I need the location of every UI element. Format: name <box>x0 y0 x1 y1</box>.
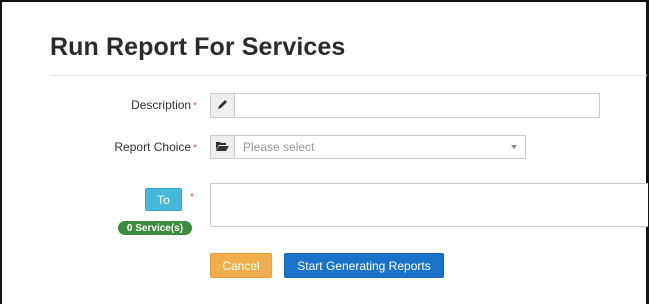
report-choice-label-group: Report Choice * <box>102 140 197 154</box>
to-button-label: To <box>157 192 170 207</box>
report-choice-placeholder: Please select <box>243 140 315 154</box>
description-label-group: Description * <box>102 98 197 112</box>
report-choice-select[interactable]: Please select <box>234 135 526 159</box>
folder-open-icon <box>216 138 229 156</box>
to-button[interactable]: To <box>145 188 182 211</box>
title-divider <box>50 75 647 76</box>
description-addon <box>210 93 235 118</box>
services-count-badge: 0 Service(s) <box>118 221 192 235</box>
page-frame: Run Report For Services Description * Rep… <box>0 0 649 304</box>
start-generating-reports-button[interactable]: Start Generating Reports <box>284 253 444 278</box>
to-required-mark: * <box>190 192 194 203</box>
description-required-mark: * <box>193 101 197 112</box>
report-choice-label: Report Choice <box>114 140 192 154</box>
start-button-label: Start Generating Reports <box>297 258 431 273</box>
chevron-down-icon <box>511 145 517 149</box>
cancel-button-label: Cancel <box>222 258 260 273</box>
description-label: Description <box>131 98 192 112</box>
cancel-button[interactable]: Cancel <box>210 253 272 278</box>
to-recipients-field[interactable] <box>210 183 648 227</box>
pencil-icon <box>217 97 228 115</box>
report-choice-addon <box>210 135 235 159</box>
description-input[interactable] <box>234 93 600 118</box>
report-choice-required-mark: * <box>193 143 197 154</box>
page-title: Run Report For Services <box>50 33 346 61</box>
